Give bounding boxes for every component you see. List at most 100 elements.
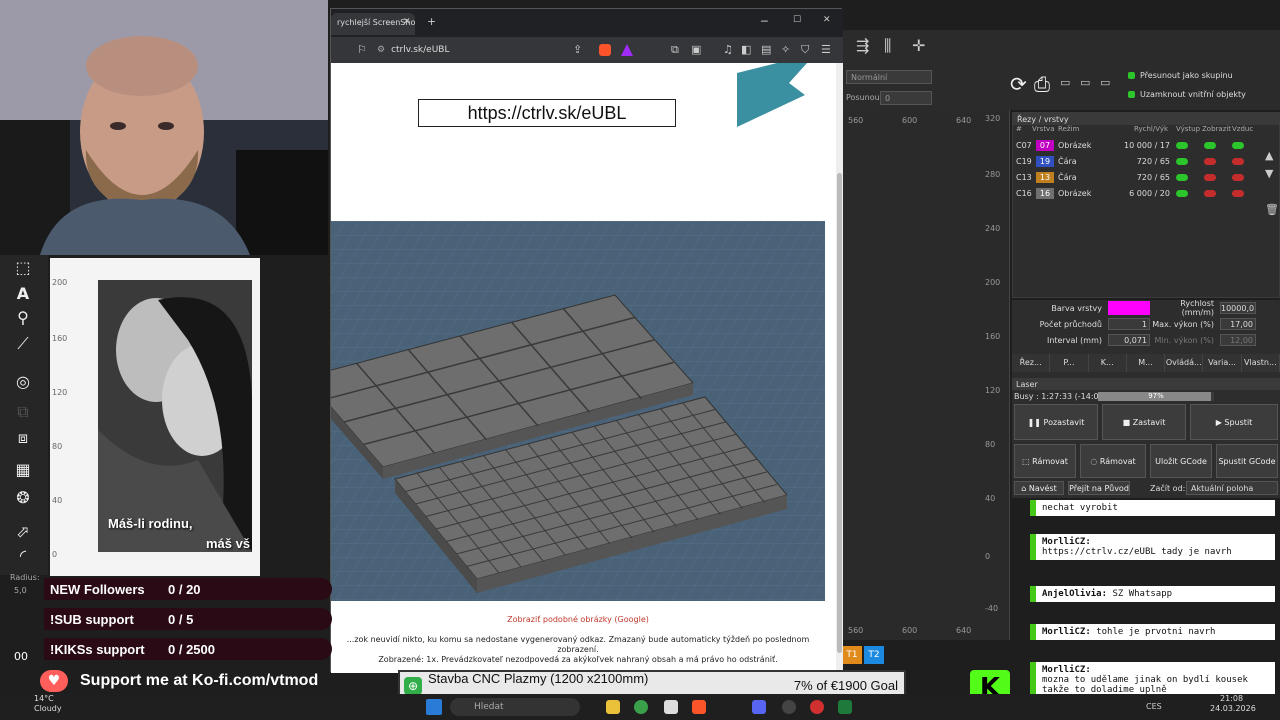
arrow-up-icon[interactable]: ▲ (1265, 149, 1273, 162)
frame-button[interactable]: ⬚ Rámovat (1014, 444, 1076, 478)
panel-tab[interactable]: P... (1050, 354, 1089, 372)
output-toggle[interactable] (1176, 157, 1188, 165)
home-button[interactable]: ⌂ Navést (1014, 481, 1064, 495)
stop-button[interactable]: ■ Zastavit (1102, 404, 1186, 440)
output-toggle[interactable] (1176, 173, 1188, 181)
brave-icon[interactable] (692, 700, 706, 714)
air-toggle[interactable] (1232, 189, 1244, 197)
minimize-icon[interactable]: ─ (761, 15, 768, 28)
max-power-input[interactable]: 17,00 (1220, 318, 1256, 330)
corner-icon[interactable]: ◜ (12, 545, 34, 567)
close-window-icon[interactable]: ✕ (823, 15, 831, 25)
align-icon[interactable]: ⇶ (856, 36, 869, 55)
clock-date[interactable]: 24.03.2026 (1210, 704, 1256, 713)
tab-t2[interactable]: T2 (864, 646, 884, 664)
speed-input[interactable]: 10000,0 (1220, 302, 1256, 314)
arrow-down-icon[interactable]: ▼ (1265, 167, 1273, 180)
boolean-icon[interactable]: ⧈ (12, 427, 34, 449)
passes-input[interactable]: 1 (1108, 318, 1150, 330)
obs-icon[interactable] (782, 700, 796, 714)
grid-array-icon[interactable]: ▦ (12, 459, 34, 481)
sidebar-icon[interactable]: ◧ (741, 43, 751, 56)
layer-row[interactable]: C19 19 Čára 720 / 65 (1013, 153, 1279, 169)
maximize-icon[interactable]: ☐ (793, 15, 801, 25)
trash-icon[interactable]: 🗑 (1265, 203, 1279, 216)
windows-start-icon[interactable] (426, 699, 442, 715)
text-tool-icon[interactable]: A (12, 283, 34, 305)
brave-rewards-icon[interactable] (621, 44, 633, 56)
weld-icon[interactable]: ⧉ (12, 401, 34, 423)
layer-row[interactable]: C13 13 Čára 720 / 65 (1013, 169, 1279, 185)
layer-swatch[interactable]: 13 (1036, 171, 1054, 183)
measure-icon[interactable]: ⟋ (12, 333, 34, 355)
show-toggle[interactable] (1204, 141, 1216, 149)
save-gcode-button[interactable]: Uložit GCode (1150, 444, 1212, 478)
app-icon[interactable] (664, 700, 678, 714)
start-button[interactable]: ▶ Spustit (1190, 404, 1278, 440)
language-indicator[interactable]: CES (1146, 702, 1162, 711)
uploaded-image-render[interactable] (331, 221, 825, 601)
circular-array-icon[interactable]: ❂ (12, 487, 34, 509)
vpn-icon[interactable]: ⛉ (801, 43, 809, 57)
panel-tab[interactable]: Řez... (1012, 354, 1051, 372)
shape-icon-2[interactable]: ▭ (1080, 76, 1090, 89)
menu-icon[interactable]: ☰ (821, 43, 831, 56)
start-from-select[interactable]: Aktuální poloha (1186, 481, 1278, 495)
new-tab-icon[interactable]: + (427, 15, 436, 28)
layer-swatch[interactable]: 07 (1036, 139, 1054, 151)
file-explorer-icon[interactable] (606, 700, 620, 714)
page-scrollbar[interactable] (836, 63, 843, 673)
extensions-icon[interactable]: ⧉ (671, 43, 679, 57)
shape-icon-3[interactable]: ▭ (1100, 76, 1110, 89)
layer-swatch[interactable]: 19 (1036, 155, 1054, 167)
similar-images-link[interactable]: Zobraziť podobné obrázky (Google) (331, 615, 825, 624)
share-icon[interactable]: ⇪ (573, 43, 582, 56)
ai-icon[interactable]: ✧ (781, 43, 790, 56)
shape-icon-1[interactable]: ▭ (1060, 76, 1070, 89)
offset-icon[interactable]: ◎ (12, 371, 34, 393)
layer-row[interactable]: C16 16 Obrázek 6 000 / 20 (1013, 185, 1279, 201)
scrollbar-thumb[interactable] (837, 173, 842, 653)
run-gcode-button[interactable]: Spustit GCode (1216, 444, 1278, 478)
address-bar[interactable]: ⚙ ctrlv.sk/eUBL (377, 41, 597, 59)
goto-origin-button[interactable]: Přejít na Původ (1068, 481, 1130, 495)
taskbar-search[interactable]: Hledat (450, 698, 580, 716)
wallet-icon[interactable]: ▤ (761, 43, 771, 56)
frame-round-button[interactable]: ◌ Rámovat (1080, 444, 1146, 478)
mode-select[interactable]: Normální (846, 70, 932, 84)
brave-shield-icon[interactable] (599, 44, 611, 56)
position-icon[interactable]: ⚲ (12, 307, 34, 329)
layer-mode[interactable]: Čára (1058, 157, 1122, 166)
distribute-icon[interactable]: ⫼ (884, 36, 891, 56)
radius-value[interactable]: 5,0 (14, 586, 27, 595)
layer-mode[interactable]: Obrázek (1058, 141, 1122, 150)
close-tab-icon[interactable]: ✕ (403, 17, 411, 27)
panel-tab[interactable]: K... (1089, 354, 1127, 372)
offset-input[interactable]: 0 (880, 91, 932, 105)
page-url-box[interactable]: https://ctrlv.sk/eUBL (418, 99, 676, 127)
discord-icon[interactable] (752, 700, 766, 714)
panel-tab[interactable]: Ovládá... (1165, 354, 1204, 372)
tab-t1[interactable]: T1 (842, 646, 862, 664)
screenshot-icon[interactable]: ▣ (691, 43, 701, 56)
panel-tab[interactable]: Varia... (1203, 354, 1242, 372)
site-info-icon[interactable]: ⚙ (377, 45, 385, 55)
edit-nodes-icon[interactable]: ⬀ (12, 521, 34, 543)
bookmark-icon[interactable]: ⚐ (357, 43, 367, 56)
interval-input[interactable]: 0,071 (1108, 334, 1150, 346)
layer-swatch[interactable]: 16 (1036, 187, 1054, 199)
chrome-icon[interactable] (634, 700, 648, 714)
show-toggle[interactable] (1204, 173, 1216, 181)
panel-tab[interactable]: M... (1127, 354, 1166, 372)
min-power-input[interactable]: 12,00 (1220, 334, 1256, 346)
show-toggle[interactable] (1204, 157, 1216, 165)
select-rect-icon[interactable]: ⬚ (12, 257, 34, 279)
engraving-photo[interactable]: Máš-li rodinu, máš vš (98, 280, 252, 552)
layer-row[interactable]: C07 07 Obrázek 10 000 / 17 (1013, 137, 1279, 153)
layer-mode[interactable]: Obrázek (1058, 189, 1122, 198)
printer-icon[interactable]: ⎙ (1034, 72, 1050, 96)
layer-color-swatch[interactable] (1108, 301, 1150, 315)
panel-tab[interactable]: Vlastn... (1242, 354, 1280, 372)
air-toggle[interactable] (1232, 141, 1244, 149)
air-toggle[interactable] (1232, 157, 1244, 165)
